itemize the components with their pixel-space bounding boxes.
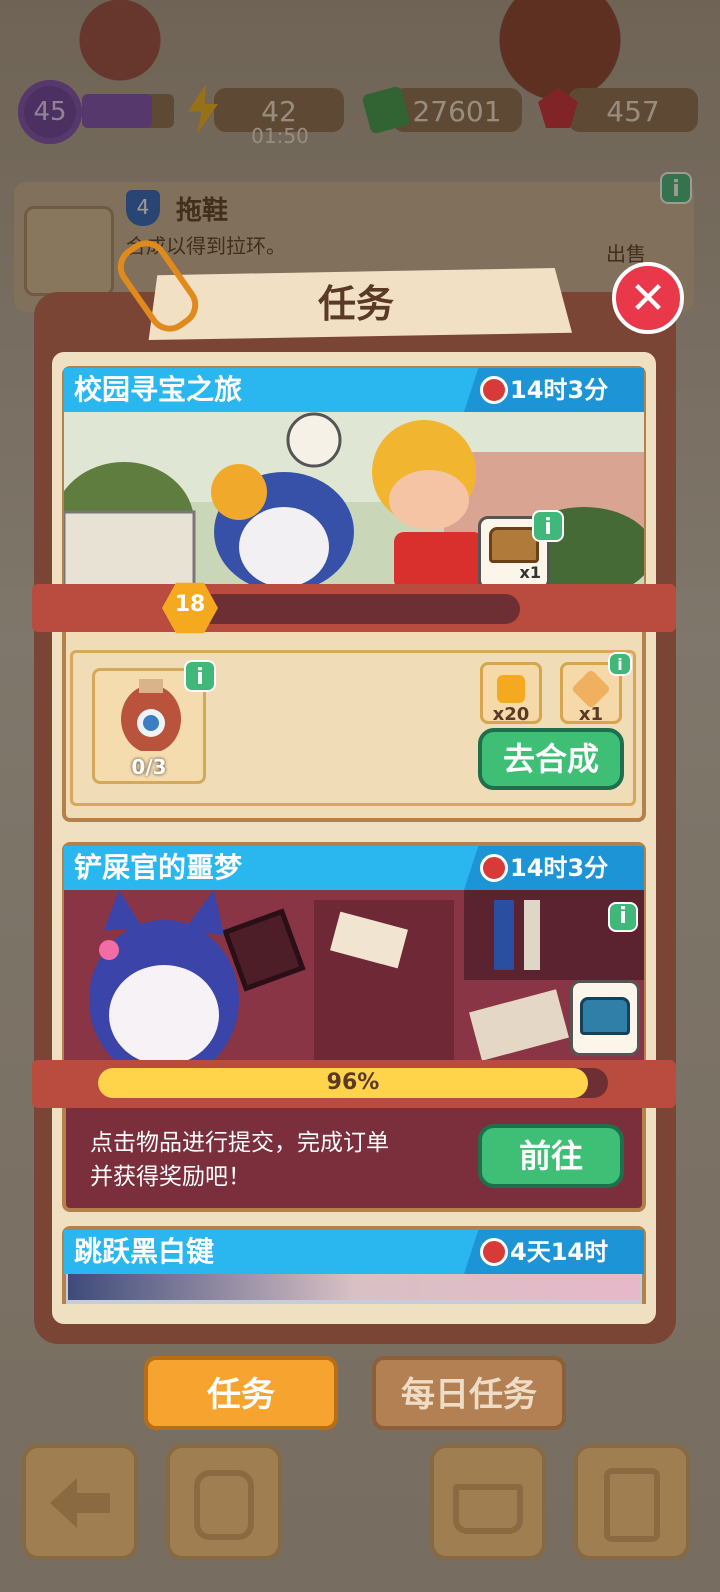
info-icon[interactable]: i bbox=[608, 652, 632, 676]
backpack-icon bbox=[194, 1470, 254, 1540]
quest-progress-track-1 bbox=[186, 594, 520, 624]
bedroom-scene-illustration bbox=[64, 890, 644, 1070]
quest-level-1: 18 bbox=[174, 592, 206, 617]
chest-icon bbox=[580, 997, 630, 1035]
quest-timer-text-3: 4天14时 bbox=[510, 1238, 609, 1266]
chest-reward-qty-1: x1 bbox=[519, 563, 541, 582]
clock-icon bbox=[480, 1238, 508, 1266]
quest-timer-text-1: 14时3分 bbox=[510, 376, 609, 404]
bonus-card-qty: x1 bbox=[578, 704, 604, 725]
basket-icon bbox=[453, 1484, 523, 1534]
clock-icon bbox=[480, 854, 508, 882]
info-icon[interactable]: i bbox=[184, 660, 216, 692]
tab-daily-quests[interactable]: 每日任务 bbox=[372, 1356, 566, 1430]
modal-title: 任务 bbox=[317, 282, 394, 326]
school-scene-illustration bbox=[64, 412, 644, 590]
quest-illustration-2 bbox=[64, 890, 644, 1070]
basket-button[interactable] bbox=[430, 1444, 546, 1560]
clipboard-icon bbox=[604, 1468, 660, 1542]
clipboard-button[interactable] bbox=[574, 1444, 690, 1560]
quest-timer-text-2: 14时3分 bbox=[510, 854, 609, 882]
go-button[interactable]: 前往 bbox=[478, 1124, 624, 1188]
info-icon[interactable]: i bbox=[608, 902, 638, 932]
quest-illustration-3 bbox=[68, 1274, 640, 1300]
quest-hint-2: 点击物品进行提交，完成订单并获得奖励吧！ bbox=[90, 1130, 389, 1190]
close-button[interactable]: ✕ bbox=[612, 262, 684, 334]
chest-reward-2[interactable] bbox=[570, 980, 640, 1056]
backpack-button[interactable] bbox=[166, 1444, 282, 1560]
info-icon[interactable]: i bbox=[532, 510, 564, 542]
arrow-left-icon bbox=[50, 1478, 110, 1528]
clock-icon bbox=[480, 376, 508, 404]
quest-progress-label-2: 96% bbox=[326, 1070, 380, 1095]
card-icon bbox=[571, 669, 611, 709]
quest-illustration-1 bbox=[64, 412, 644, 590]
bonus-coin-qty: x20 bbox=[492, 704, 530, 725]
merge-button[interactable]: 去合成 bbox=[478, 728, 624, 790]
tab-quests[interactable]: 任务 bbox=[144, 1356, 338, 1430]
back-button[interactable] bbox=[22, 1444, 138, 1560]
required-item-count-1: 0/3 bbox=[131, 755, 167, 779]
coin-icon bbox=[497, 675, 525, 703]
